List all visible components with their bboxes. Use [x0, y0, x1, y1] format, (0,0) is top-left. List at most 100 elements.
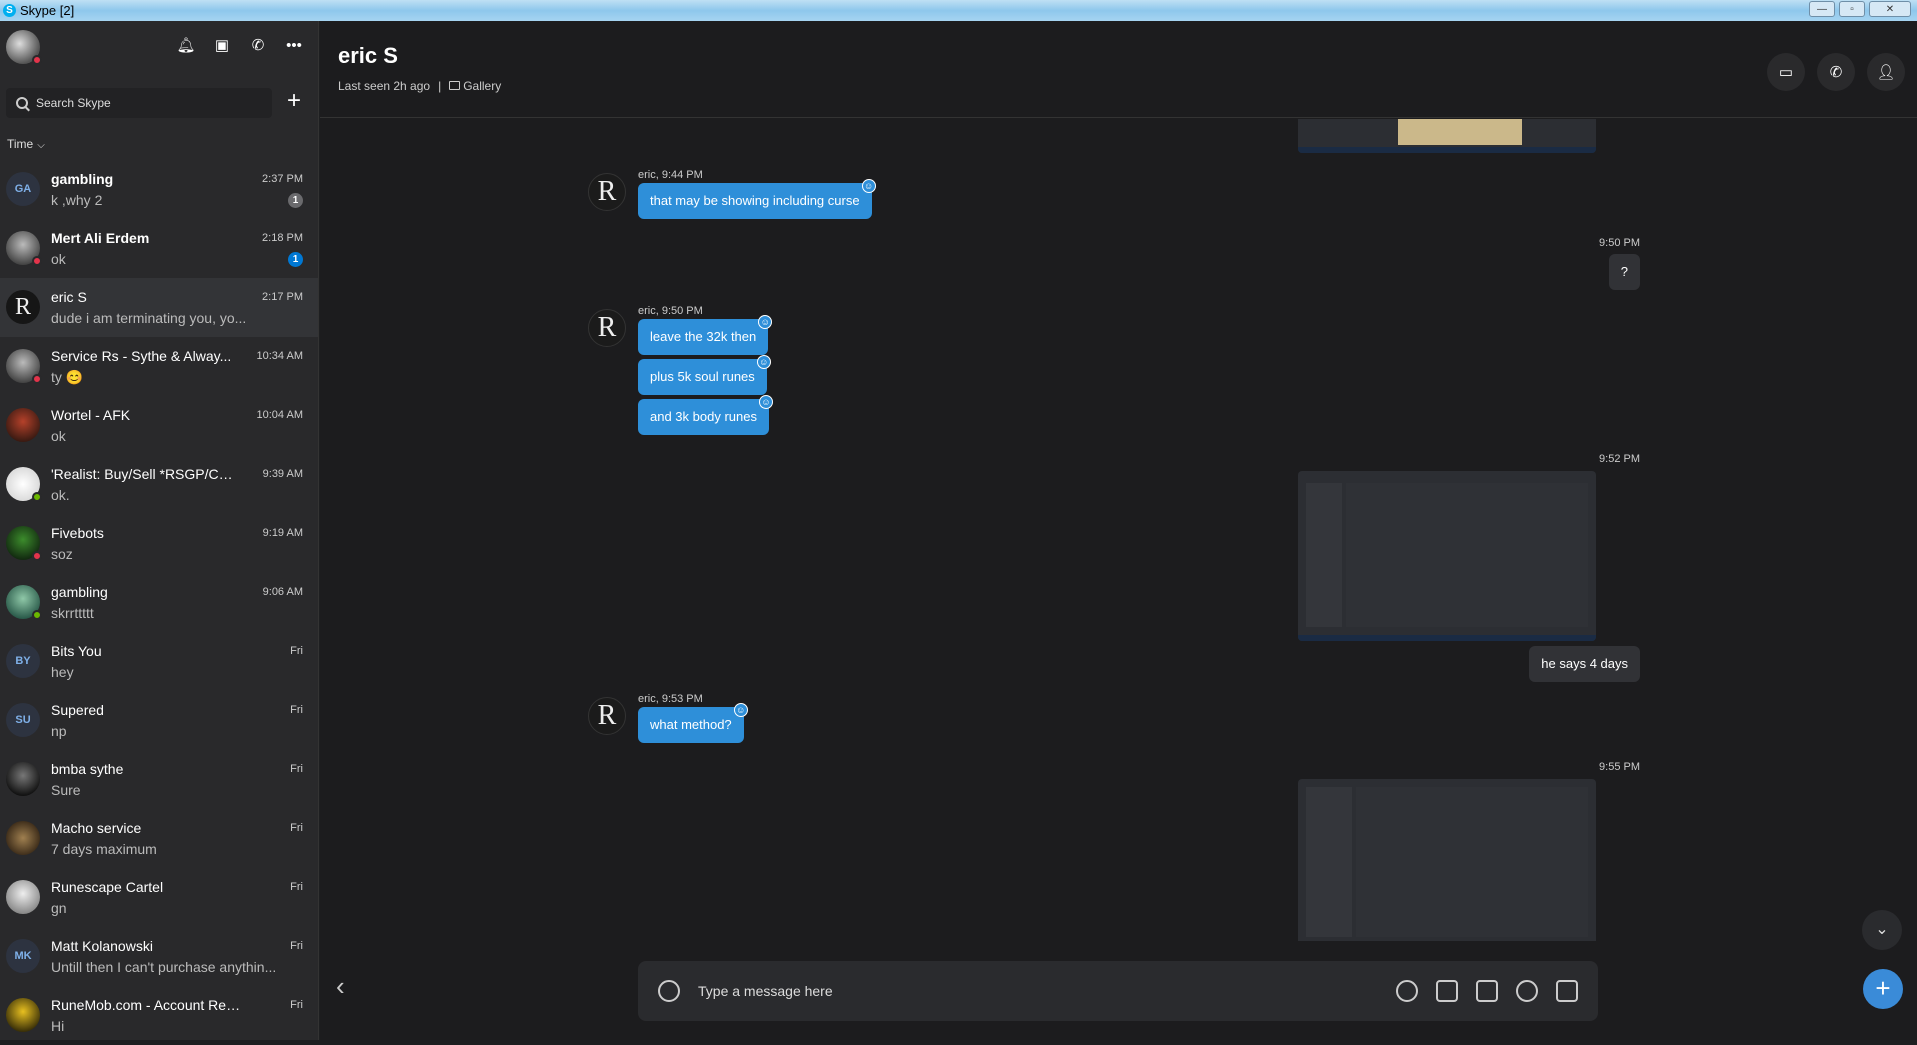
- gallery-icon: [449, 81, 461, 90]
- online-status-icon: [32, 610, 42, 620]
- conversation-item-active[interactable]: R eric S dude i am terminating you, yo..…: [0, 278, 318, 337]
- conversation-preview: ok: [51, 251, 66, 267]
- conversation-item[interactable]: BY Bits You hey Fri: [0, 632, 318, 691]
- calls-icon[interactable]: ✆: [248, 35, 268, 55]
- add-content-button[interactable]: +: [1863, 969, 1903, 1009]
- message-text: leave the 32k then: [650, 329, 757, 344]
- new-chat-button[interactable]: +: [282, 89, 306, 114]
- conversation-preview: ok.: [51, 487, 70, 503]
- video-call-button[interactable]: ▭: [1767, 53, 1805, 91]
- bell-icon[interactable]: 🔔︎: [176, 35, 196, 55]
- maximize-button[interactable]: ▫: [1839, 1, 1865, 17]
- image-content: [1346, 483, 1588, 627]
- image-content: [1356, 787, 1588, 937]
- file-icon[interactable]: [1436, 980, 1458, 1002]
- conversation-list: GA gambling k ,why 2 2:37 PM 1 Mert Ali …: [0, 160, 318, 1045]
- conversation-name: Macho service: [51, 820, 142, 836]
- back-button[interactable]: ‹: [336, 971, 345, 1002]
- message-bubble-outgoing[interactable]: he says 4 days: [1529, 646, 1640, 682]
- conversation-time: Fri: [290, 822, 303, 834]
- message-meta: eric, 9:50 PM: [638, 305, 703, 317]
- dnd-status-icon: [32, 374, 42, 384]
- conversation-item[interactable]: Runescape Cartel gn Fri: [0, 868, 318, 927]
- message-composer: [638, 961, 1598, 1021]
- minimize-button[interactable]: —: [1809, 1, 1835, 17]
- conversation-item[interactable]: RuneMob.com - Account Rentals... Hi Fri: [0, 986, 318, 1045]
- conversation-name: Matt Kolanowski: [51, 938, 153, 954]
- video-message-icon[interactable]: [1556, 980, 1578, 1002]
- conversation-name: Fivebots: [51, 525, 104, 541]
- gallery-link[interactable]: Gallery: [449, 79, 501, 93]
- conversation-time: 2:17 PM: [262, 291, 303, 303]
- reaction-icon[interactable]: ☺: [758, 315, 773, 329]
- conversation-item[interactable]: Service Rs - Sythe & Alway... ty 😊 10:34…: [0, 337, 318, 396]
- message-list: R eric, 9:44 PM that may be showing incl…: [320, 119, 1917, 941]
- search-box[interactable]: [6, 88, 272, 118]
- scroll-down-button[interactable]: ⌄: [1862, 910, 1902, 950]
- conversation-item[interactable]: GA gambling k ,why 2 2:37 PM 1: [0, 160, 318, 219]
- avatar: BY: [6, 644, 40, 678]
- conversation-item[interactable]: SU Supered np Fri: [0, 691, 318, 750]
- message-bubble[interactable]: what method? ☺: [638, 703, 748, 743]
- emoji-icon[interactable]: [658, 980, 680, 1002]
- conversation-time: 9:39 AM: [262, 468, 303, 480]
- online-status-icon: [32, 492, 42, 502]
- conversation-preview: np: [51, 723, 67, 739]
- reaction-icon[interactable]: ☺: [758, 395, 773, 409]
- shared-image[interactable]: [1298, 779, 1596, 941]
- conversation-time: 9:06 AM: [262, 586, 303, 598]
- avatar: [6, 526, 42, 561]
- conversation-item[interactable]: gambling skrrttttt 9:06 AM: [0, 573, 318, 632]
- message-time: 9:55 PM: [1599, 761, 1640, 773]
- message-text: plus 5k soul runes: [650, 369, 755, 384]
- message-bubble[interactable]: and 3k body runes ☺: [638, 395, 773, 435]
- composer-tools: [1396, 980, 1578, 1002]
- message-text: that may be showing including curse: [650, 193, 860, 208]
- image-content: [1306, 787, 1352, 937]
- contact-name[interactable]: eric S: [338, 43, 398, 69]
- reaction-icon[interactable]: ☺: [733, 703, 748, 717]
- conversation-item[interactable]: bmba sythe Sure Fri: [0, 750, 318, 809]
- conversation-item[interactable]: Wortel - AFK ok 10:04 AM: [0, 396, 318, 455]
- reaction-icon[interactable]: ☺: [756, 355, 771, 369]
- sort-dropdown[interactable]: Time ⌵: [7, 137, 45, 151]
- message-bubble[interactable]: plus 5k soul runes ☺: [638, 355, 771, 395]
- unread-badge: 1: [288, 252, 303, 267]
- dnd-status-icon: [32, 55, 42, 65]
- message-bubble-outgoing[interactable]: ?: [1608, 254, 1640, 290]
- close-button[interactable]: ✕: [1869, 1, 1911, 17]
- message-bubble[interactable]: that may be showing including curse ☺: [638, 179, 876, 219]
- shared-image[interactable]: [1298, 119, 1596, 153]
- audio-call-button[interactable]: ✆: [1817, 53, 1855, 91]
- image-content: [1398, 119, 1522, 145]
- sort-label: Time: [7, 137, 34, 151]
- conversation-item[interactable]: Macho service 7 days maximum Fri: [0, 809, 318, 868]
- more-icon[interactable]: •••: [284, 35, 304, 55]
- conversation-name: gambling: [51, 171, 114, 187]
- dnd-status-icon: [32, 551, 42, 561]
- conversation-item[interactable]: 'Realist: Buy/Sell *RSGP/CS:... ok. 9:39…: [0, 455, 318, 514]
- unread-badge: 1: [288, 193, 303, 208]
- avatar: [6, 585, 42, 620]
- conversation-item[interactable]: Fivebots soz 9:19 AM: [0, 514, 318, 573]
- conversation-name: Runescape Cartel: [51, 879, 164, 895]
- conversation-name: Bits You: [51, 643, 102, 659]
- search-input[interactable]: [36, 96, 256, 110]
- my-avatar[interactable]: [6, 30, 42, 65]
- skype-logo-icon: S: [3, 4, 16, 17]
- contacts-icon[interactable]: ▣: [212, 35, 232, 55]
- location-icon[interactable]: [1516, 980, 1538, 1002]
- conversation-name: Service Rs - Sythe & Alway...: [51, 348, 232, 364]
- money-icon[interactable]: [1476, 980, 1498, 1002]
- message-bubble[interactable]: leave the 32k then ☺: [638, 315, 773, 355]
- message-input[interactable]: [698, 983, 1396, 999]
- reaction-icon[interactable]: ☺: [861, 179, 876, 193]
- message-meta: eric, 9:44 PM: [638, 169, 703, 181]
- shared-image[interactable]: [1298, 471, 1596, 641]
- conversation-item[interactable]: MK Matt Kolanowski Untill then I can't p…: [0, 927, 318, 986]
- sticker-icon[interactable]: [1396, 980, 1418, 1002]
- add-people-button[interactable]: 👤︎: [1867, 53, 1905, 91]
- conversation-item[interactable]: Mert Ali Erdem ok 2:18 PM 1: [0, 219, 318, 278]
- last-seen-text: Last seen 2h ago: [338, 79, 431, 93]
- conversation-preview: Untill then I can't purchase anythin...: [51, 959, 277, 975]
